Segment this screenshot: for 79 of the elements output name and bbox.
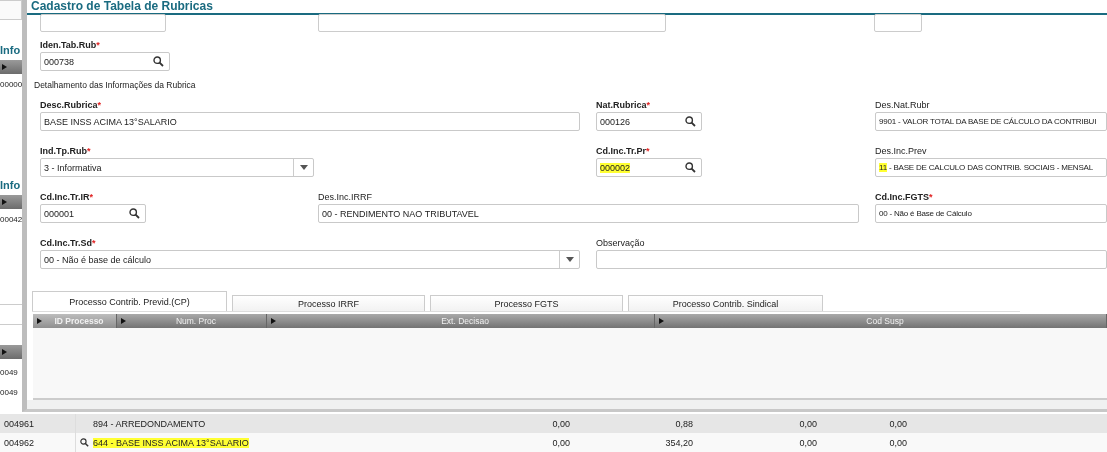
select-field[interactable]: 00 - Não é base de cálculo (40, 250, 580, 269)
table-cell-text: 0,88 (674, 418, 693, 429)
field-label: Cd.Inc.Tr.Pr* (596, 146, 651, 156)
input-field[interactable]: 000002 (596, 158, 702, 177)
input-field[interactable] (596, 250, 1107, 269)
caret-icon (299, 165, 308, 170)
table-cell-text: 0,00 (551, 418, 570, 429)
table-cell-text: 004962 (3, 437, 36, 448)
field-value: 000738 (44, 56, 76, 67)
field-value: 00 - Não é Base de Cálculo (879, 209, 973, 218)
triangle-icon (2, 349, 7, 355)
table-row[interactable]: 004962 644 - BASE INSS ACIMA 13°SALARIO 0,00 354,20 0,00 0,00 (0, 433, 1107, 452)
table-cell-text: 0049 (0, 368, 19, 377)
table-cell-text: 0,00 (888, 418, 907, 429)
caret-icon (565, 257, 574, 262)
field-label: Des.Inc.IRRF (318, 192, 373, 202)
field-label: Iden.Tab.Rub* (40, 40, 101, 50)
table-cell-text: 354,20 (664, 437, 693, 448)
tab[interactable]: Processo IRRF (232, 295, 425, 311)
input-field[interactable]: 000001 (40, 204, 146, 223)
input-field[interactable]: 00 - RENDIMENTO NAO TRIBUTAVEL (318, 204, 859, 223)
select-field[interactable]: 3 - Informativa (40, 158, 314, 177)
triangle-icon (271, 318, 276, 324)
field-label: Des.Inc.Prev (875, 146, 928, 156)
input-field[interactable]: 000738 (40, 52, 170, 71)
search-icon[interactable] (129, 208, 140, 219)
field-label: Nat.Rubrica* (596, 100, 652, 110)
field-label: Cd.Inc.Tr.Sd* (40, 238, 97, 248)
table-row[interactable]: 004961 894 - ARREDONDAMENTO 0,00 0,88 0,00 0,00 (0, 414, 1107, 433)
table-cell-text: 0,00 (798, 437, 817, 448)
field-value: 000002 (600, 162, 632, 173)
table-cell: 894 - ARREDONDAMENTO (93, 418, 206, 429)
tab[interactable]: Processo Contrib. Previd.(CP) (32, 291, 227, 311)
field-value: 000001 (44, 208, 76, 219)
field-label: Des.Nat.Rubr (875, 100, 931, 110)
field-value: 00 - RENDIMENTO NAO TRIBUTAVEL (322, 208, 480, 219)
search-icon[interactable] (685, 162, 696, 173)
input-field[interactable] (318, 14, 666, 32)
triangle-icon (659, 318, 664, 324)
input-field[interactable]: BASE INSS ACIMA 13°SALARIO (40, 112, 580, 131)
table-cell-text: 0,00 (798, 418, 817, 429)
panel-heading: Info (0, 44, 22, 56)
triangle-icon (37, 318, 42, 324)
dialog-title: Cadastro de Tabela de Rubricas (31, 0, 213, 13)
panel-heading: Info (0, 179, 22, 191)
input-field[interactable]: 9901 - VALOR TOTAL DA BASE DE CÁLCULO DA CONTRIBUI (875, 112, 1107, 131)
field-label: Cd.Inc.Tr.IR* (40, 192, 95, 202)
input-field[interactable] (874, 14, 922, 32)
field-value: 00 - Não é base de cálculo (44, 254, 153, 265)
field-label: Observação (596, 238, 646, 248)
field-value: BASE INSS ACIMA 13°SALARIO (44, 116, 178, 127)
search-icon[interactable] (80, 438, 89, 447)
field-label: Desc.Rubrica* (40, 100, 103, 110)
search-icon[interactable] (685, 116, 696, 127)
field-value: 11 - BASE DE CALCULO DAS CONTRIB. SOCIAIS - MENSAL (879, 163, 1094, 172)
input-field[interactable] (40, 14, 166, 32)
triangle-icon (121, 318, 126, 324)
field-value: 000126 (600, 116, 632, 127)
triangle-icon (2, 199, 7, 205)
field-label: Cd.Inc.FGTS* (875, 192, 934, 202)
table-cell: 00000 (0, 80, 22, 89)
input-field[interactable]: 00 - Não é Base de Cálculo (875, 204, 1107, 223)
input-field[interactable] (0, 0, 22, 20)
table-cell-text: 0,00 (888, 437, 907, 448)
tab[interactable]: Processo FGTS (430, 295, 623, 311)
table-cell-text: 0049 (0, 388, 19, 397)
table-cell-text: 0,00 (551, 437, 570, 448)
field-value: 9901 - VALOR TOTAL DA BASE DE CÁLCULO DA CONTRIBUI (879, 117, 1098, 126)
table-cell: 644 - BASE INSS ACIMA 13°SALARIO (93, 437, 249, 448)
table-cell-text: 004961 (3, 418, 36, 429)
triangle-icon (2, 64, 7, 70)
table-cell: 00042 (0, 215, 22, 224)
input-field[interactable]: 11 - BASE DE CALCULO DAS CONTRIB. SOCIAIS - MENSAL (875, 158, 1107, 177)
search-icon[interactable] (153, 56, 164, 67)
input-field[interactable]: 000126 (596, 112, 702, 131)
tab[interactable]: Processo Contrib. Sindical (628, 295, 823, 311)
field-label: Ind.Tp.Rub* (40, 146, 92, 156)
section-title: Detalhamento das Informações da Rubrica (34, 80, 197, 90)
field-value: 3 - Informativa (44, 162, 103, 173)
